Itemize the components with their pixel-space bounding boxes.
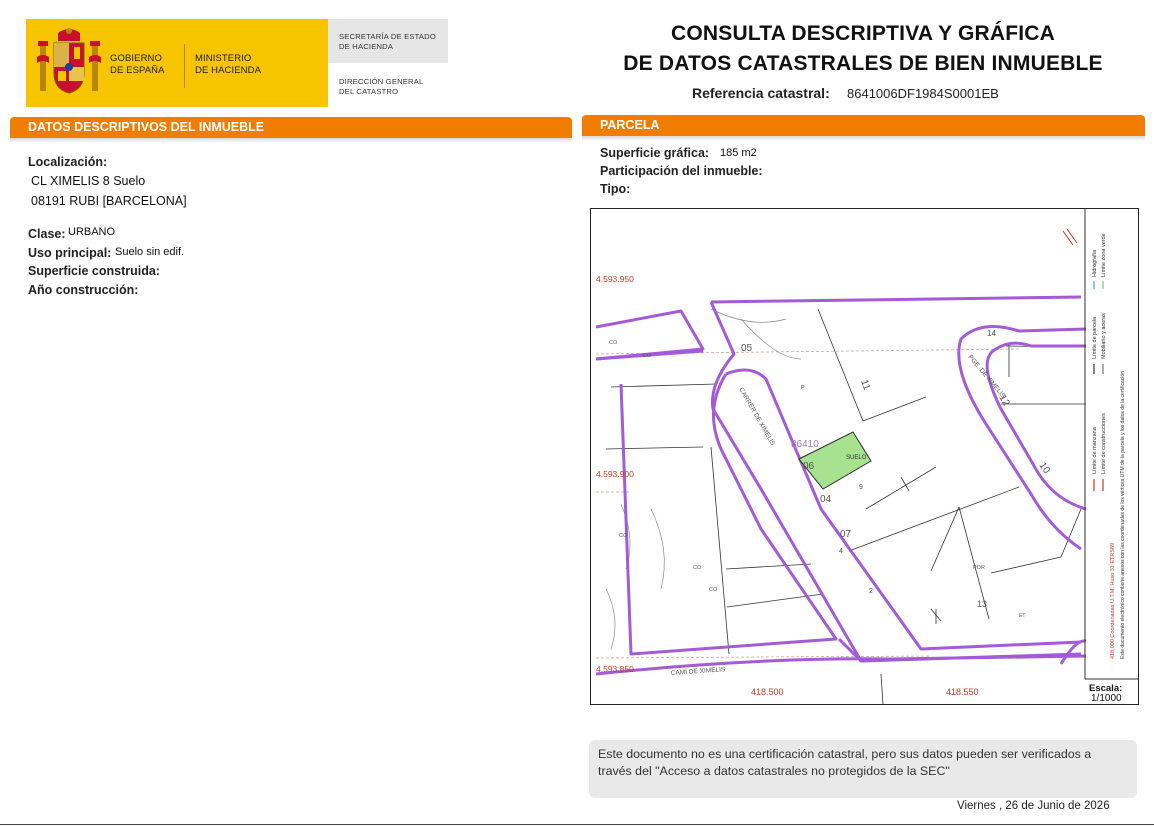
svg-text:P: P — [801, 385, 805, 391]
svg-text:4.593.950: 4.593.950 — [596, 274, 634, 284]
svg-text:11: 11 — [858, 378, 872, 392]
direccion-label: DIRECCIÓN GENERAL DEL CATASTRO — [339, 77, 424, 96]
superficie-construida-label: Superficie construida: — [28, 264, 160, 278]
page-title-line1: CONSULTA DESCRIPTIVA Y GRÁFICA — [670, 22, 1056, 45]
ref-catastral-label: Referencia catastral: — [692, 85, 830, 101]
document-date: Viernes , 26 de Junio de 2026 — [957, 800, 1110, 812]
address-line1: CL XIMELIS 8 Suelo — [31, 174, 146, 188]
clase-value: URBANO — [68, 226, 116, 238]
svg-text:4: 4 — [839, 548, 843, 555]
header-divider — [184, 44, 185, 88]
map-drawing: 4.593.950 4.593.900 4.593.850 418.500 41… — [595, 209, 1138, 704]
svg-text:CO: CO — [619, 533, 628, 539]
svg-text:Este documento electrónico con: Este documento electrónico contiene anex… — [1120, 371, 1126, 659]
superficie-grafica-value: 185 m2 — [720, 147, 757, 159]
page-title-line2: DE DATOS CATASTRALES DE BIEN INMUEBLE — [623, 52, 1103, 75]
svg-text:418,000 Coordenadas U.T.M. Hus: 418,000 Coordenadas U.T.M. Huso 31 ETRS8… — [1110, 543, 1116, 659]
section-shade — [582, 136, 1145, 141]
cadastral-map[interactable]: 4.593.950 4.593.900 4.593.850 418.500 41… — [590, 208, 1139, 705]
svg-text:13: 13 — [977, 599, 987, 609]
svg-text:4.593.850: 4.593.850 — [596, 664, 634, 674]
verification-note: Este documento no es una certificación c… — [589, 740, 1137, 798]
address-line2: 08191 RUBI [BARCELONA] — [31, 194, 187, 208]
svg-text:CO: CO — [643, 353, 652, 359]
svg-text:CO: CO — [709, 587, 718, 593]
svg-text:CO: CO — [693, 565, 702, 571]
ministerio-label: MINISTERIO DE HACIENDA — [195, 53, 262, 76]
svg-text:4.593.900: 4.593.900 — [596, 469, 634, 479]
coat-of-arms-icon — [37, 28, 101, 94]
svg-text:ET: ET — [1019, 613, 1025, 619]
section-shade — [10, 138, 572, 143]
svg-text:418.500: 418.500 — [751, 687, 784, 697]
svg-text:05: 05 — [741, 343, 753, 354]
svg-text:9: 9 — [859, 484, 863, 491]
bottom-divider — [0, 824, 1154, 825]
svg-text:Hidrografía: Hidrografía — [1092, 249, 1098, 277]
tipo-label: Tipo: — [600, 182, 631, 196]
escala-value: 1/1000 — [1091, 693, 1122, 704]
svg-text:Límite de construcciones: Límite de construcciones — [1101, 413, 1107, 474]
gobierno-label: GOBIERNO DE ESPAÑA — [110, 53, 165, 76]
svg-text:POR: POR — [973, 565, 985, 571]
section-header-parcela: PARCELA — [582, 115, 1145, 136]
svg-text:04: 04 — [820, 494, 832, 505]
uso-value: Suelo sin edif. — [115, 246, 185, 258]
svg-text:86410: 86410 — [791, 439, 819, 450]
superficie-grafica-label: Superficie gráfica: — [600, 146, 710, 160]
uso-label: Uso principal: — [28, 246, 112, 260]
map-legend: Límite de manzana Límite de parcela Hidr… — [1092, 233, 1126, 659]
svg-text:2: 2 — [869, 588, 873, 595]
svg-text:Mobiliario y aceras: Mobiliario y aceras — [1101, 313, 1107, 359]
secretaria-label: SECRETARÍA DE ESTADO DE HACIENDA — [339, 32, 436, 51]
svg-text:06: 06 — [803, 461, 815, 472]
ref-catastral-value[interactable]: 8641006DF1984S0001EB — [847, 86, 999, 101]
anio-construccion-label: Año construcción: — [28, 283, 139, 297]
participacion-label: Participación del inmueble: — [600, 164, 763, 178]
svg-text:07: 07 — [840, 529, 852, 540]
svg-text:418.550: 418.550 — [946, 687, 979, 697]
svg-text:Límite de manzana: Límite de manzana — [1092, 426, 1098, 474]
clase-label: Clase: — [28, 227, 66, 241]
svg-text:Límite de parcela: Límite de parcela — [1092, 316, 1098, 359]
svg-text:CARRER DE XIMELIS: CARRER DE XIMELIS — [737, 387, 776, 448]
svg-text:Límite zona verde: Límite zona verde — [1101, 233, 1107, 277]
section-header-datos: DATOS DESCRIPTIVOS DEL INMUEBLE — [10, 117, 572, 138]
svg-text:14: 14 — [987, 329, 996, 338]
svg-text:SUELO: SUELO — [846, 455, 867, 461]
localizacion-label: Localización: — [28, 155, 108, 169]
svg-text:CO: CO — [609, 340, 618, 346]
